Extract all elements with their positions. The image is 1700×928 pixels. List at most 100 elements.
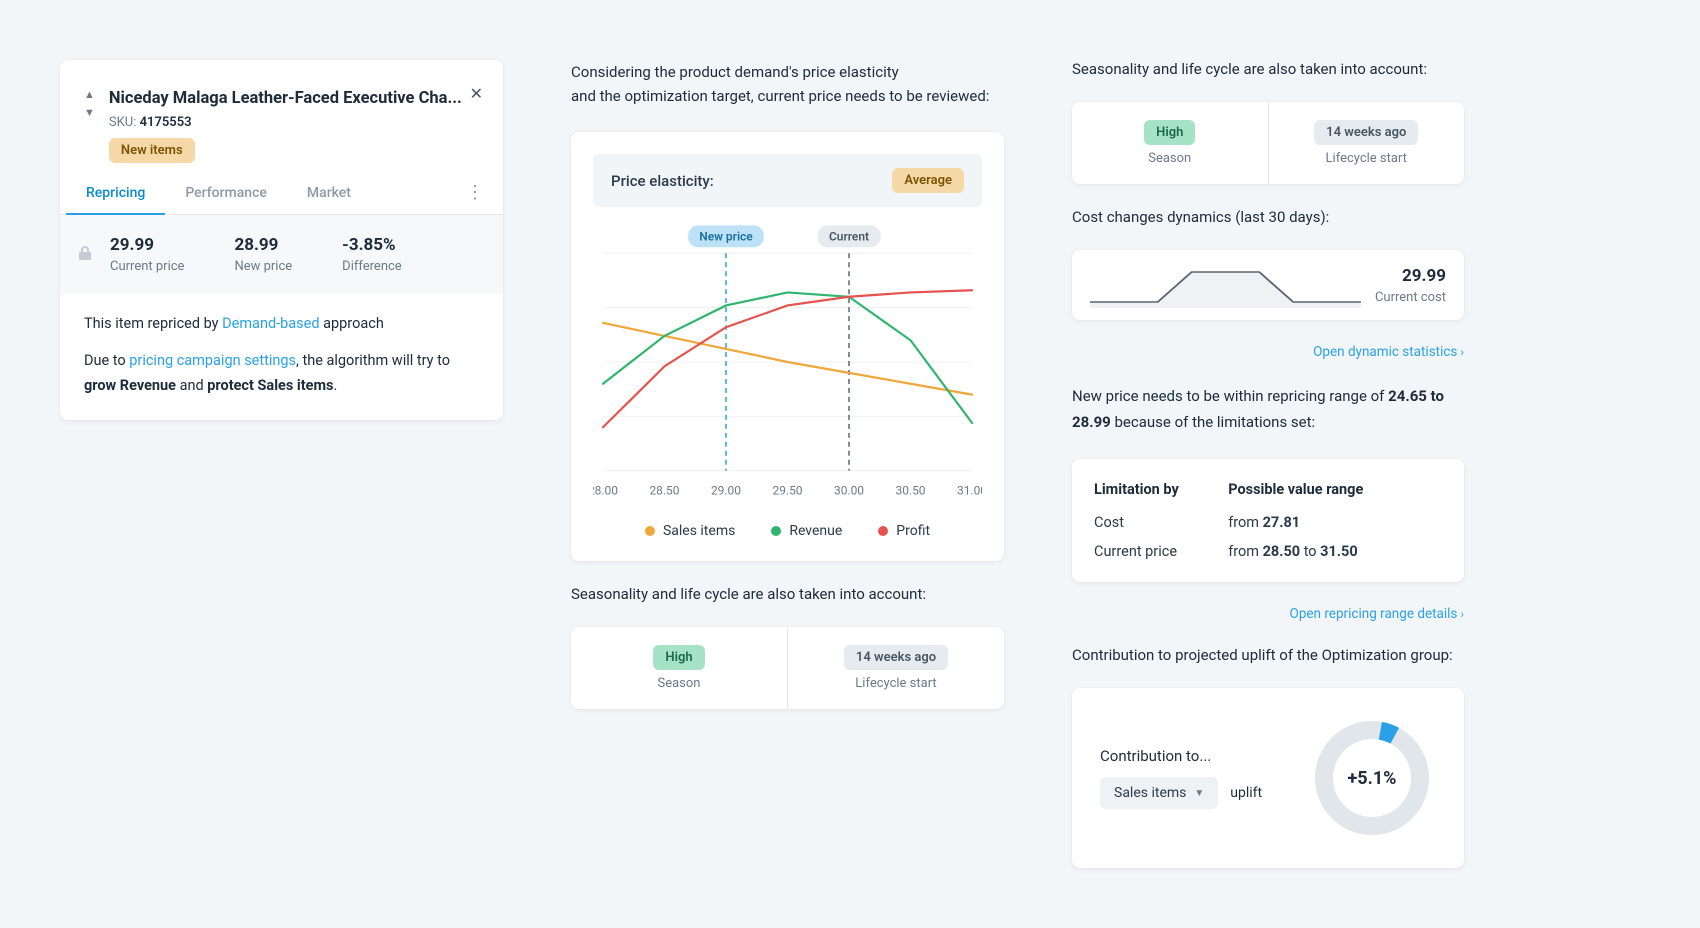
table-row: Costfrom 27.81 [1094,508,1442,537]
tab-market[interactable]: Market [287,171,371,215]
lifecycle-badge: 14 weeks ago [844,645,948,670]
uplift-donut: +5.1% [1308,714,1436,842]
lifecycle-block: 14 weeks ago Lifecycle start [788,627,1004,709]
product-nav-arrows: ▲ ▼ [84,90,95,118]
dot-icon [878,526,888,536]
chart-legend: Sales items Revenue Profit [593,523,982,539]
season-block: High Season [1072,102,1269,184]
svg-text:29.50: 29.50 [772,484,802,498]
elasticity-chart: New priceCurrent28.0028.5029.0029.5030.0… [593,223,982,507]
cost-card: 29.99 Current cost [1072,250,1464,320]
season-badge: High [653,645,704,670]
nav-next-icon[interactable]: ▼ [84,108,95,118]
text: because of the limitations set: [1111,413,1315,431]
cost-title: Cost changes dynamics (last 30 days): [1072,208,1464,226]
dot-icon [771,526,781,536]
text: , the algorithm will try to [296,352,450,369]
metric-value: 28.99 [234,235,292,255]
text: . [334,377,338,394]
text: This item repriced by [84,315,222,332]
svg-text:New price: New price [699,229,753,243]
legend-revenue: Revenue [771,523,842,539]
metric-label: Difference [342,259,402,274]
tab-performance[interactable]: Performance [165,171,287,215]
elasticity-lead: Considering the product demand's price e… [571,60,1004,108]
text-strong: protect Sales items [207,377,333,394]
product-badge: New items [109,138,195,163]
chevron-down-icon: ▼ [1194,788,1204,799]
select-value: Sales items [1114,785,1186,801]
reprice-range-text: New price needs to be within repricing r… [1072,384,1464,435]
repricing-explanation: This item repriced by Demand-based appro… [60,294,503,398]
sku-value: 4175553 [140,115,192,130]
seasonality-title-2: Seasonality and life cycle are also take… [1072,60,1464,78]
metric-new-price: 28.99 New price [234,235,292,274]
svg-text:28.50: 28.50 [649,484,679,498]
season-badge: High [1144,120,1195,145]
limit-range: from 27.81 [1228,508,1442,537]
metric-value: 29.99 [110,235,184,255]
text: and [176,377,207,394]
current-cost-value: 29.99 [1375,266,1446,286]
open-dynamic-stats-link[interactable]: Open dynamic statistics [1313,344,1464,360]
text: Due to [84,352,129,369]
sku-label: SKU: [109,115,136,130]
elasticity-title: Price elasticity: [611,172,714,190]
legend-label: Sales items [663,523,735,539]
limit-range: from 28.50 to 31.50 [1228,537,1442,566]
demand-based-link[interactable]: Demand-based [222,315,319,332]
more-icon[interactable]: ⋮ [458,182,491,203]
tab-repricing[interactable]: Repricing [66,171,165,215]
table-row: Current pricefrom 28.50 to 31.50 [1094,537,1442,566]
uplift-suffix: uplift [1230,785,1262,801]
close-icon[interactable]: ✕ [470,84,483,103]
dot-icon [645,526,655,536]
lock-icon [78,245,92,265]
text: Considering the product demand's price e… [571,63,899,81]
legend-sales: Sales items [645,523,735,539]
uplift-card: Contribution to... Sales items ▼ uplift … [1072,688,1464,868]
svg-text:29.00: 29.00 [711,484,741,498]
svg-text:31.00: 31.00 [957,484,982,498]
season-label: Season [1084,151,1256,166]
nav-prev-icon[interactable]: ▲ [84,90,95,100]
svg-text:Current: Current [829,229,869,243]
text: approach [320,315,384,332]
metric-current-price: 29.99 Current price [110,235,184,274]
lifecycle-block: 14 weeks ago Lifecycle start [1269,102,1465,184]
lifecycle-label: Lifecycle start [1281,151,1453,166]
metric-label: Current price [110,259,184,274]
metric-value: -3.85% [342,235,402,255]
text: New price needs to be within repricing r… [1072,387,1388,405]
lifecycle-badge: 14 weeks ago [1314,120,1418,145]
legend-profit: Profit [878,523,930,539]
open-repricing-range-link[interactable]: Open repricing range details [1290,606,1464,622]
limits-header-range: Possible value range [1228,475,1442,508]
price-metrics: 29.99 Current price 28.99 New price -3.8… [60,215,503,294]
lifecycle-label: Lifecycle start [800,676,992,691]
legend-label: Profit [896,523,930,539]
tabs: Repricing Performance Market ⋮ [60,171,503,215]
current-cost-label: Current cost [1375,290,1446,305]
limit-name: Current price [1094,537,1228,566]
svg-text:28.00: 28.00 [593,484,618,498]
cost-sparkline [1090,262,1361,308]
uplift-label: Contribution to... [1100,747,1288,765]
product-sku: SKU: 4175553 [109,115,462,130]
season-label: Season [583,676,775,691]
product-card: ▲ ▼ Niceday Malaga Leather-Faced Executi… [60,60,503,420]
seasonality-title: Seasonality and life cycle are also take… [571,585,1004,603]
uplift-percent: +5.1% [1308,714,1436,842]
text: and the optimization target, current pri… [571,87,989,105]
limit-name: Cost [1094,508,1228,537]
limits-card: Limitation by Possible value range Costf… [1072,459,1464,582]
uplift-title: Contribution to projected uplift of the … [1072,646,1464,664]
season-block: High Season [571,627,788,709]
metric-difference: -3.85% Difference [342,235,402,274]
elasticity-badge: Average [892,168,964,193]
pricing-campaign-link[interactable]: pricing campaign settings [129,352,296,369]
limits-table: Limitation by Possible value range Costf… [1094,475,1442,566]
text-strong: grow Revenue [84,377,176,394]
uplift-select[interactable]: Sales items ▼ [1100,777,1218,809]
svg-text:30.50: 30.50 [896,484,926,498]
